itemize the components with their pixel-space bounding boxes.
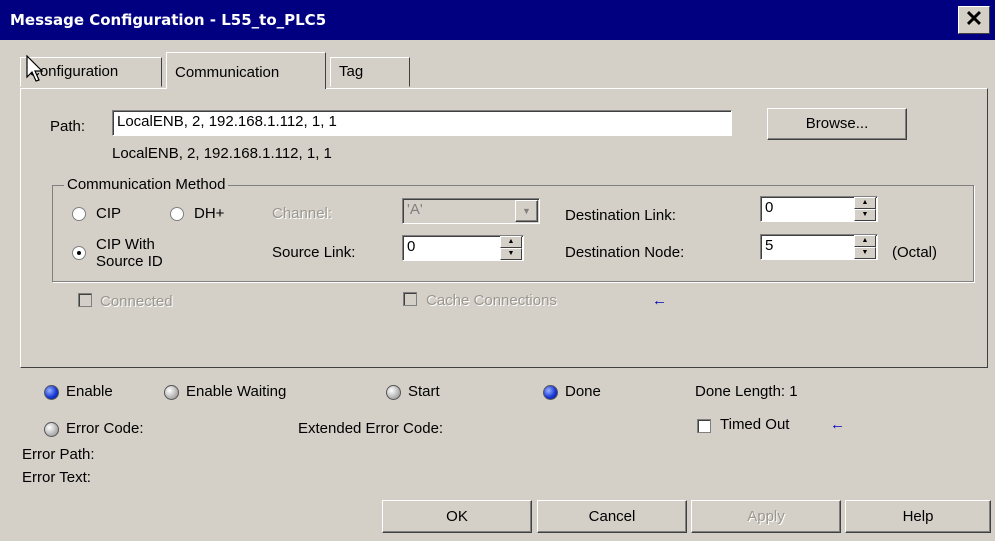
connected-label: Connected: [100, 293, 173, 310]
tab-tag[interactable]: Tag: [330, 57, 410, 87]
spin-down-icon[interactable]: ▼: [500, 248, 522, 260]
timed-out-arrow-icon: ←: [830, 416, 845, 433]
path-input[interactable]: LocalENB, 2, 192.168.1.112, 1, 1: [112, 110, 732, 136]
start-label: Start: [408, 383, 440, 400]
destination-node-spinner[interactable]: ▲ ▼: [854, 235, 876, 259]
ok-button[interactable]: OK: [382, 500, 532, 533]
spin-up-icon[interactable]: ▲: [854, 197, 876, 209]
destination-link-label: Destination Link:: [565, 207, 676, 224]
cip-radio[interactable]: [72, 207, 86, 221]
tab-tag-label: Tag: [339, 63, 364, 80]
spin-down-icon[interactable]: ▼: [854, 209, 876, 221]
browse-button[interactable]: Browse...: [767, 108, 907, 140]
cip-label: CIP: [96, 205, 122, 222]
path-label: Path:: [50, 118, 86, 135]
cache-connections-checkbox[interactable]: [403, 292, 417, 306]
dhplus-label: DH+: [194, 205, 225, 222]
destination-link-value: 0: [765, 199, 774, 216]
source-link-value: 0: [407, 238, 416, 255]
source-link-spinner[interactable]: ▲ ▼: [500, 236, 522, 260]
enable-waiting-label: Enable Waiting: [186, 383, 287, 400]
channel-value: 'A': [407, 201, 423, 218]
done-length: Done Length: 1: [695, 383, 798, 400]
chevron-down-icon: ▼: [522, 206, 531, 216]
start-indicator: [386, 385, 401, 400]
close-icon: ✕: [964, 6, 984, 31]
channel-dropdown-button[interactable]: ▼: [515, 200, 538, 222]
window-title: Message Configuration - L55_to_PLC5: [10, 11, 327, 29]
apply-button[interactable]: Apply: [691, 500, 841, 533]
source-link-label: Source Link:: [272, 244, 356, 261]
cache-connections-label: Cache Connections: [426, 292, 557, 309]
enable-indicator: [44, 385, 59, 400]
resolved-path: LocalENB, 2, 192.168.1.112, 1, 1: [112, 145, 332, 162]
spin-down-icon[interactable]: ▼: [854, 247, 876, 259]
error-text-label: Error Text:: [22, 469, 91, 486]
destination-node-label: Destination Node:: [565, 244, 685, 261]
tab-communication-label: Communication: [175, 64, 280, 81]
tab-communication[interactable]: Communication: [166, 52, 326, 89]
enable-label: Enable: [66, 383, 113, 400]
error-code-indicator: [44, 422, 59, 437]
error-path-label: Error Path:: [22, 446, 95, 463]
spin-up-icon[interactable]: ▲: [500, 236, 522, 248]
cip-with-source-id-radio[interactable]: [72, 246, 86, 260]
spin-up-icon[interactable]: ▲: [854, 235, 876, 247]
close-button[interactable]: ✕: [958, 6, 990, 34]
connected-checkbox[interactable]: [78, 293, 92, 307]
timed-out-label: Timed Out: [720, 416, 790, 433]
cache-arrow-icon: ←: [652, 292, 667, 309]
communication-method-label: Communication Method: [64, 176, 229, 193]
error-code-label: Error Code:: [66, 420, 144, 437]
done-label: Done: [565, 383, 601, 400]
cip-with-source-id-label: CIP With Source ID: [96, 236, 163, 270]
octal-label: (Octal): [892, 244, 937, 261]
destination-node-value: 5: [765, 237, 774, 254]
cip-with-source-id-line1: CIP With: [96, 236, 155, 253]
done-indicator: [543, 385, 558, 400]
extended-error-code-label: Extended Error Code:: [298, 420, 444, 437]
timed-out-checkbox[interactable]: [697, 419, 711, 433]
destination-link-spinner[interactable]: ▲ ▼: [854, 197, 876, 221]
enable-waiting-indicator: [164, 385, 179, 400]
help-button[interactable]: Help: [845, 500, 991, 533]
cancel-button[interactable]: Cancel: [537, 500, 687, 533]
dhplus-radio[interactable]: [170, 207, 184, 221]
cip-with-source-id-line2: Source ID: [96, 253, 163, 270]
channel-label: Channel:: [272, 205, 333, 222]
mouse-cursor-icon: [26, 55, 44, 82]
